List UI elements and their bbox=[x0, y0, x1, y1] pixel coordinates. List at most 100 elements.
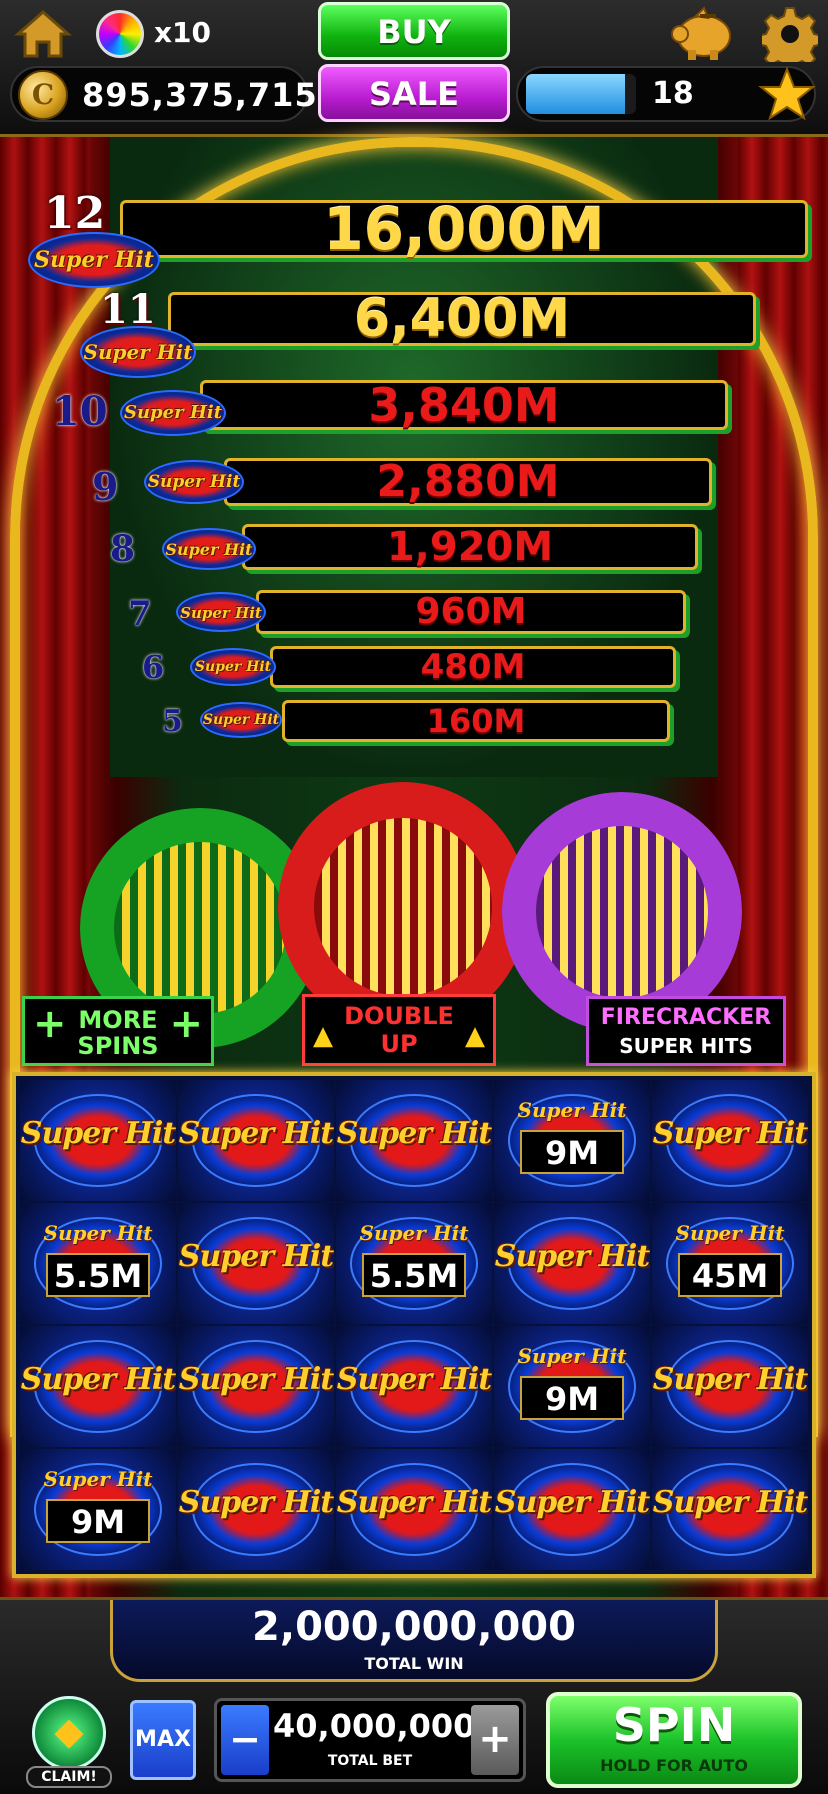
super-hit-symbol-text: Super Hit bbox=[43, 1221, 153, 1245]
piggy-bank-icon[interactable] bbox=[668, 6, 738, 62]
super-hit-symbol-text: Super Hit bbox=[336, 1362, 492, 1397]
reel-cell: Super Hit 9M bbox=[494, 1326, 650, 1447]
reel-cell: Super Hit bbox=[20, 1080, 176, 1201]
reel-cell: Super Hit bbox=[20, 1326, 176, 1447]
super-hit-symbol-text: Super Hit bbox=[178, 1485, 334, 1520]
up-arrow-icon: ▲ bbox=[465, 1021, 485, 1051]
sale-button[interactable]: SALE bbox=[318, 64, 510, 122]
claim-button[interactable]: CLAIM! bbox=[26, 1696, 112, 1788]
reel-cell: Super Hit bbox=[494, 1203, 650, 1324]
super-hit-symbol-text: Super Hit bbox=[336, 1116, 492, 1151]
super-hit-symbol-text: Super Hit bbox=[494, 1239, 650, 1274]
super-hit-value: 5.5M bbox=[46, 1253, 150, 1297]
super-hit-symbol-text: Super Hit bbox=[517, 1344, 627, 1368]
super-hit-value: 9M bbox=[520, 1130, 624, 1174]
spin-sublabel: HOLD FOR AUTO bbox=[600, 1756, 748, 1775]
paytable-row: 2,880M bbox=[224, 458, 712, 506]
xp-progress-bar bbox=[526, 74, 636, 114]
super-hit-badge-text: Super Hit bbox=[123, 402, 223, 424]
super-hit-badge-text: Super Hit bbox=[34, 246, 154, 273]
super-hit-symbol-text: Super Hit bbox=[675, 1221, 785, 1245]
reel-cell: Super Hit bbox=[178, 1080, 334, 1201]
total-bet-value: 40,000,000 bbox=[273, 1707, 476, 1745]
home-icon[interactable] bbox=[14, 8, 72, 60]
super-hit-badge-text: Super Hit bbox=[147, 472, 241, 493]
super-hit-value: 9M bbox=[520, 1376, 624, 1420]
super-hit-symbol-text: Super Hit bbox=[652, 1116, 808, 1151]
super-hit-symbol-text: Super Hit bbox=[494, 1485, 650, 1520]
super-hit-value: 45M bbox=[678, 1253, 782, 1297]
reel-cell: Super Hit bbox=[652, 1080, 808, 1201]
paytable-prize: 16,000M bbox=[323, 195, 605, 263]
paytable-symbol-count: 10 bbox=[52, 388, 108, 435]
paytable-row: 6,400M bbox=[168, 292, 756, 346]
paytable-prize: 6,400M bbox=[353, 289, 571, 349]
reel-cell: Super Hit 5.5M bbox=[336, 1203, 492, 1324]
paytable-prize: 1,920M bbox=[386, 524, 554, 570]
plus-icon: + bbox=[169, 1001, 203, 1047]
double-up-feature: ▲ DOUBLE UP ▲ bbox=[302, 994, 496, 1066]
top-bar: x10 895,375,715 BUY SALE 18 bbox=[0, 0, 828, 137]
reel-cell: Super Hit bbox=[652, 1449, 808, 1570]
reel-cell: Super Hit bbox=[178, 1203, 334, 1324]
super-hit-symbol-text: Super Hit bbox=[20, 1116, 176, 1151]
reel-cell: Super Hit bbox=[336, 1080, 492, 1201]
super-hit-badge: Super Hit bbox=[200, 702, 282, 738]
decrease-bet-button[interactable]: − bbox=[221, 1705, 269, 1775]
super-hit-badge: Super Hit bbox=[162, 528, 256, 570]
coin-icon bbox=[18, 70, 68, 120]
claim-label: CLAIM! bbox=[26, 1766, 112, 1788]
super-hit-badge-text: Super Hit bbox=[83, 340, 193, 364]
xp-progress-fill bbox=[526, 74, 625, 114]
paytable-prize: 3,840M bbox=[368, 378, 560, 432]
reel-grid[interactable]: Super Hit Super Hit Super Hit Super Hit 9M Su… bbox=[12, 1072, 816, 1578]
spin-label: SPIN bbox=[612, 1698, 736, 1752]
total-win-panel: 2,000,000,000 TOTAL WIN bbox=[110, 1600, 718, 1682]
increase-bet-button[interactable]: + bbox=[471, 1705, 519, 1775]
paytable-symbol-count: 6 bbox=[142, 648, 165, 686]
super-hit-symbol-text: Super Hit bbox=[359, 1221, 469, 1245]
gear-icon[interactable] bbox=[762, 6, 818, 62]
super-hit-symbol-text: Super Hit bbox=[20, 1362, 176, 1397]
reel-cell: Super Hit bbox=[178, 1326, 334, 1447]
paytable-symbol-count: 8 bbox=[110, 528, 136, 570]
reel-cell: Super Hit 9M bbox=[494, 1080, 650, 1201]
reel-cell: Super Hit 45M bbox=[652, 1203, 808, 1324]
super-hit-symbol-text: Super Hit bbox=[336, 1485, 492, 1520]
super-hit-badge-text: Super Hit bbox=[165, 539, 253, 559]
total-bet-label: TOTAL BET bbox=[327, 1753, 413, 1769]
super-hit-symbol-text: Super Hit bbox=[652, 1362, 808, 1397]
coin-balance: 895,375,715 bbox=[82, 76, 318, 114]
reel-cell: Super Hit bbox=[336, 1326, 492, 1447]
more-spins-label: MORE SPINS bbox=[77, 1006, 159, 1060]
super-hit-symbol-text: Super Hit bbox=[517, 1098, 627, 1122]
paytable-prize: 2,880M bbox=[376, 456, 560, 507]
super-hit-badge-text: Super Hit bbox=[194, 659, 272, 676]
super-hit-symbol-text: Super Hit bbox=[178, 1116, 334, 1151]
paytable-row: 3,840M bbox=[200, 380, 728, 430]
prize-wheel-icon[interactable] bbox=[96, 10, 144, 58]
diamond-icon bbox=[32, 1696, 106, 1770]
paytable-symbol-count: 9 bbox=[92, 464, 119, 509]
paytable-symbol-count: 7 bbox=[128, 594, 152, 634]
super-hit-badge: Super Hit bbox=[190, 648, 276, 686]
reel-cell: Super Hit bbox=[652, 1326, 808, 1447]
max-bet-button[interactable]: MAX bbox=[130, 1700, 196, 1780]
paytable-row: 480M bbox=[270, 646, 676, 688]
paytable-row: 16,000M bbox=[120, 200, 808, 258]
wheel-count: x10 bbox=[154, 16, 212, 49]
reel-cell: Super Hit 5.5M bbox=[20, 1203, 176, 1324]
star-icon[interactable] bbox=[758, 66, 816, 124]
spin-button[interactable]: SPIN HOLD FOR AUTO bbox=[546, 1692, 802, 1788]
buy-button[interactable]: BUY bbox=[318, 2, 510, 60]
super-hit-symbol-text: Super Hit bbox=[43, 1467, 153, 1491]
paytable-row: 160M bbox=[282, 700, 670, 742]
super-hit-badge-text: Super Hit bbox=[180, 603, 262, 622]
super-hit-symbol-text: Super Hit bbox=[652, 1485, 808, 1520]
paytable-row: 960M bbox=[256, 590, 686, 634]
super-hit-badge: Super Hit bbox=[28, 232, 160, 288]
super-hit-symbol-text: Super Hit bbox=[178, 1362, 334, 1397]
reel-cell: Super Hit bbox=[178, 1449, 334, 1570]
super-hit-value: 9M bbox=[46, 1499, 150, 1543]
paytable-prize: 160M bbox=[426, 702, 526, 740]
